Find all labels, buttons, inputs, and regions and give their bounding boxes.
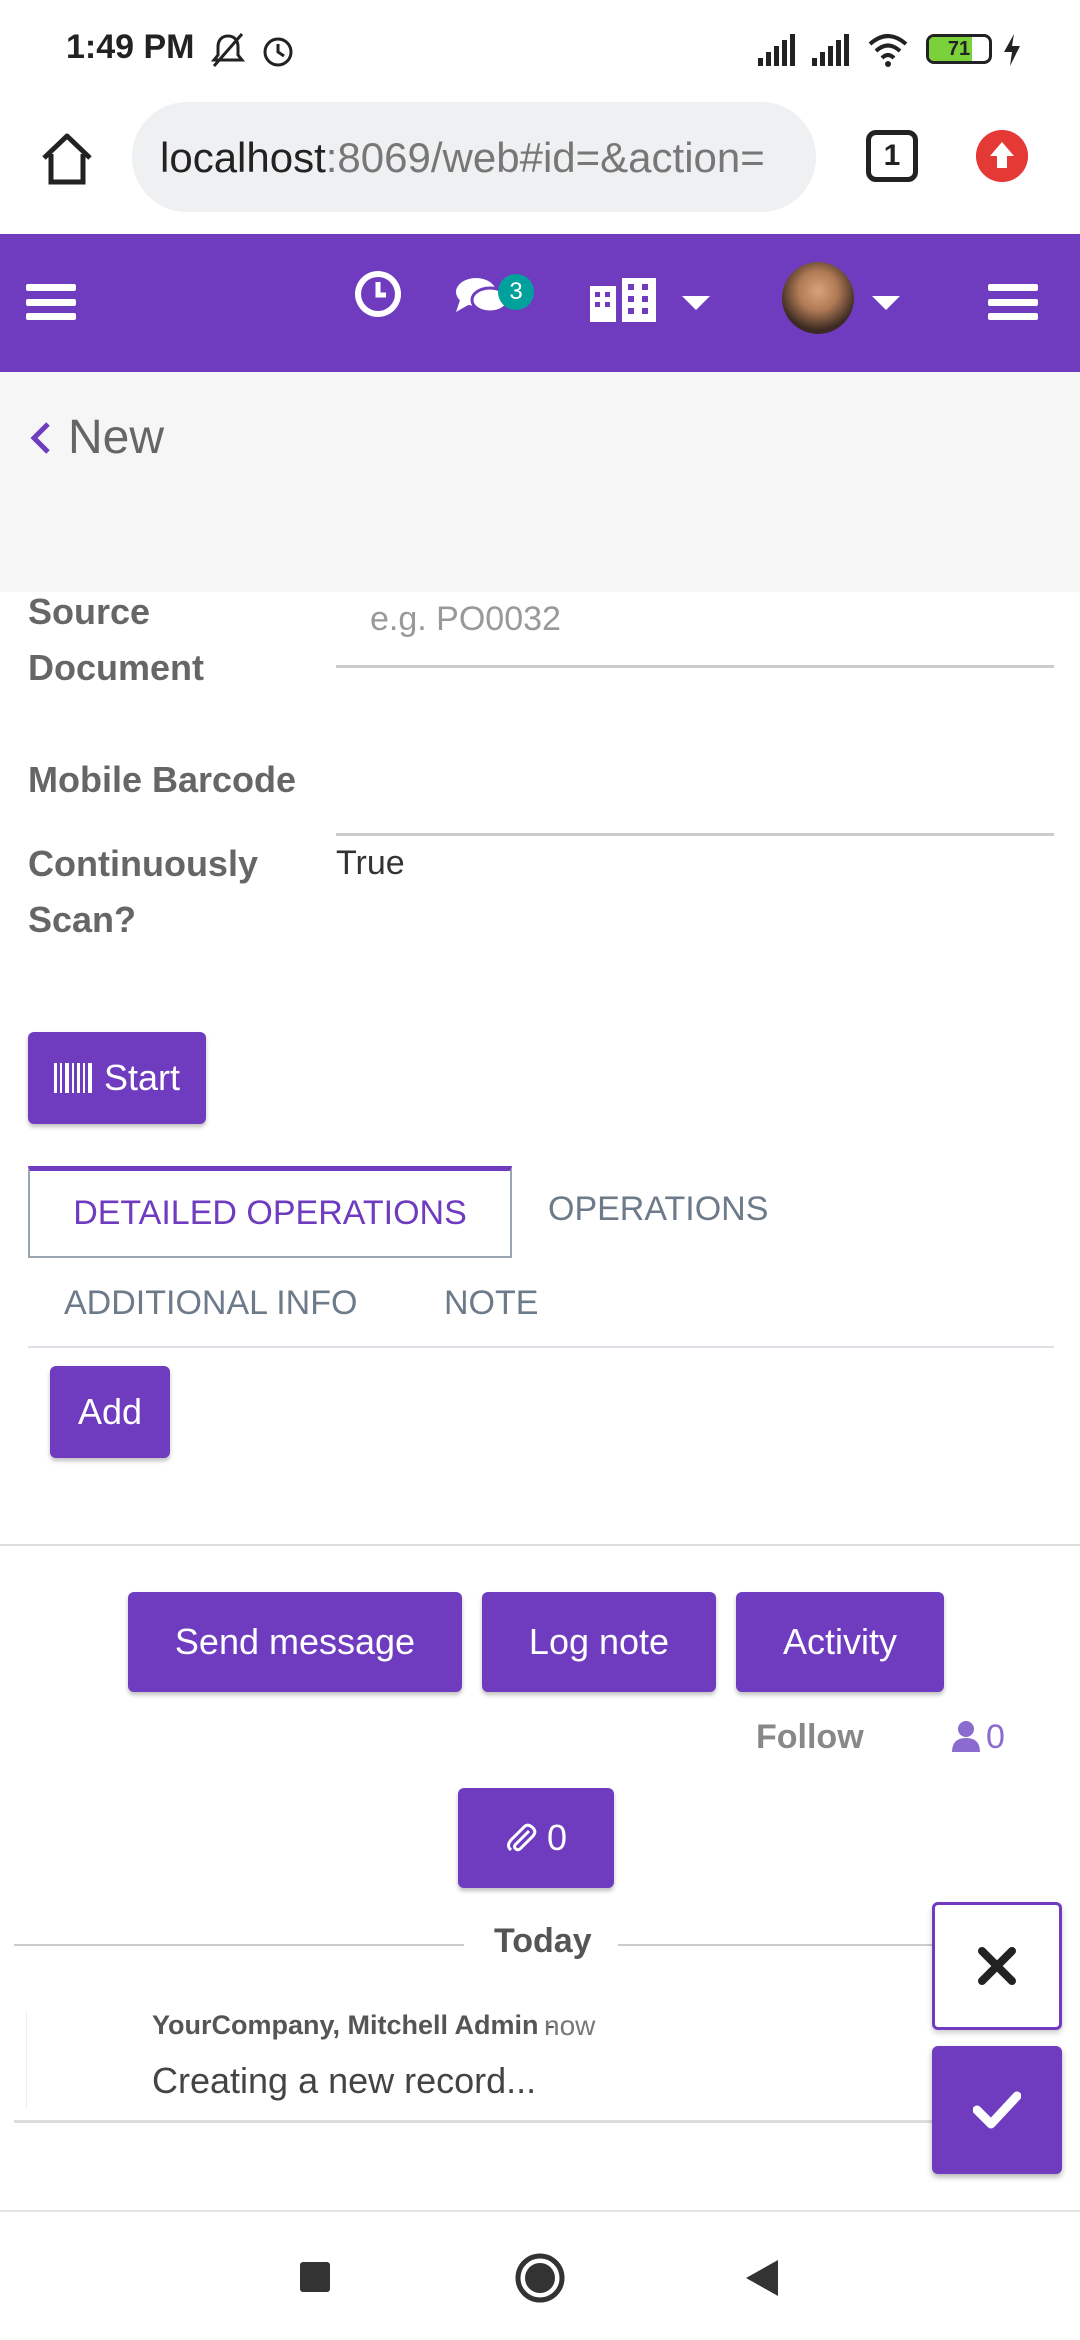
tab-detailed-operations[interactable]: DETAILED OPERATIONS [28, 1166, 512, 1258]
add-line-button[interactable]: Add [50, 1366, 170, 1458]
continuously-scan-label: Continuously Scan? [28, 836, 258, 948]
signal-icon [758, 34, 795, 66]
wifi-icon [868, 34, 908, 67]
user-avatar[interactable] [782, 262, 854, 334]
activity-button[interactable]: Activity [736, 1592, 944, 1692]
tab-additional-info[interactable]: ADDITIONAL INFO [64, 1284, 357, 1323]
recents-icon[interactable] [298, 2260, 332, 2294]
tab-operations[interactable]: OPERATIONS [548, 1190, 768, 1229]
today-line-right [618, 1944, 934, 1946]
chevron-left-icon[interactable] [28, 418, 54, 458]
breadcrumb[interactable]: New [28, 410, 164, 465]
url-text: localhost:8069/web#id=&action= [160, 134, 765, 182]
message-body: Creating a new record... [152, 2060, 537, 2101]
user-dropdown-caret-icon[interactable] [872, 296, 900, 310]
chatter-separator [0, 1544, 1080, 1546]
log-note-button[interactable]: Log note [482, 1592, 716, 1692]
today-label: Today [494, 1922, 592, 1960]
follow-button[interactable]: Follow [756, 1718, 864, 1757]
followers-count: 0 [986, 1718, 1005, 1756]
breadcrumb-title: New [68, 411, 165, 464]
source-document-label-line1: Source [28, 591, 151, 632]
battery-level: 71 [947, 38, 971, 60]
attachments-count: 0 [546, 1817, 568, 1858]
tab-switcher-button[interactable]: 1 [866, 130, 918, 182]
app-navbar: 3 [0, 234, 1080, 372]
source-document-placeholder: e.g. PO0032 [370, 600, 561, 638]
signal-icon [812, 34, 849, 66]
tabs-divider [28, 1346, 1054, 1348]
status-bar: 1:49 PM 71 [0, 0, 1080, 100]
charging-icon [1004, 34, 1020, 66]
messages-badge: 3 [498, 274, 534, 310]
message-divider [14, 2120, 934, 2123]
source-document-label-line2: Document [28, 647, 205, 688]
url-bar[interactable]: localhost:8069/web#id=&action= [132, 102, 816, 212]
message-date: now [544, 2010, 596, 2041]
check-icon [973, 2091, 1021, 2129]
tab-note[interactable]: NOTE [444, 1284, 538, 1323]
url-host: localhost [160, 134, 326, 181]
alarm-icon [263, 37, 293, 67]
message-author-avatar[interactable] [26, 2010, 124, 2108]
menu-toggle-icon[interactable] [988, 284, 1038, 320]
user-icon [952, 1721, 980, 1752]
home-nav-icon[interactable] [514, 2252, 566, 2304]
message-author[interactable]: YourCompany, Mitchell Admin - [152, 2010, 555, 2041]
url-path: :8069/web#id=&action= [325, 134, 765, 181]
followers-button[interactable]: 0 [952, 1718, 1005, 1757]
company-dropdown-caret-icon[interactable] [682, 296, 710, 310]
attachments-button[interactable]: 0 [458, 1788, 614, 1888]
save-button[interactable] [932, 2046, 1062, 2174]
source-document-label: Source Document [28, 584, 204, 696]
back-icon[interactable] [744, 2258, 780, 2298]
mobile-barcode-label: Mobile Barcode [28, 759, 297, 800]
control-panel: New [0, 372, 1080, 592]
today-line-left [14, 1944, 464, 1946]
message-author-name: YourCompany, Mitchell Admin [152, 2010, 539, 2040]
mute-icon [210, 33, 246, 67]
start-button-label: Start [103, 1057, 181, 1098]
browser-toolbar: localhost:8069/web#id=&action= 1 [0, 100, 1080, 234]
source-document-input[interactable]: e.g. PO0032 [336, 600, 1054, 668]
home-icon[interactable] [36, 128, 98, 190]
company-switcher-icon[interactable] [588, 276, 668, 324]
apps-menu-icon[interactable] [26, 284, 76, 320]
status-time: 1:49 PM [66, 28, 195, 66]
send-message-button[interactable]: Send message [128, 1592, 462, 1692]
activity-clock-icon[interactable] [352, 268, 404, 320]
update-icon[interactable] [976, 130, 1028, 182]
mobile-barcode-input[interactable] [336, 760, 1054, 836]
continuously-scan-label-line1: Continuously [28, 843, 258, 884]
battery-icon: 71 [926, 34, 992, 64]
paperclip-icon [506, 1823, 537, 1852]
continuously-scan-value: True [336, 844, 405, 882]
barcode-icon [53, 1063, 92, 1093]
start-scan-button[interactable]: Start [28, 1032, 206, 1124]
discard-button[interactable] [932, 1902, 1062, 2030]
close-icon [978, 1947, 1016, 1985]
continuously-scan-label-line2: Scan? [28, 899, 137, 940]
android-navigation-bar [0, 2212, 1080, 2340]
